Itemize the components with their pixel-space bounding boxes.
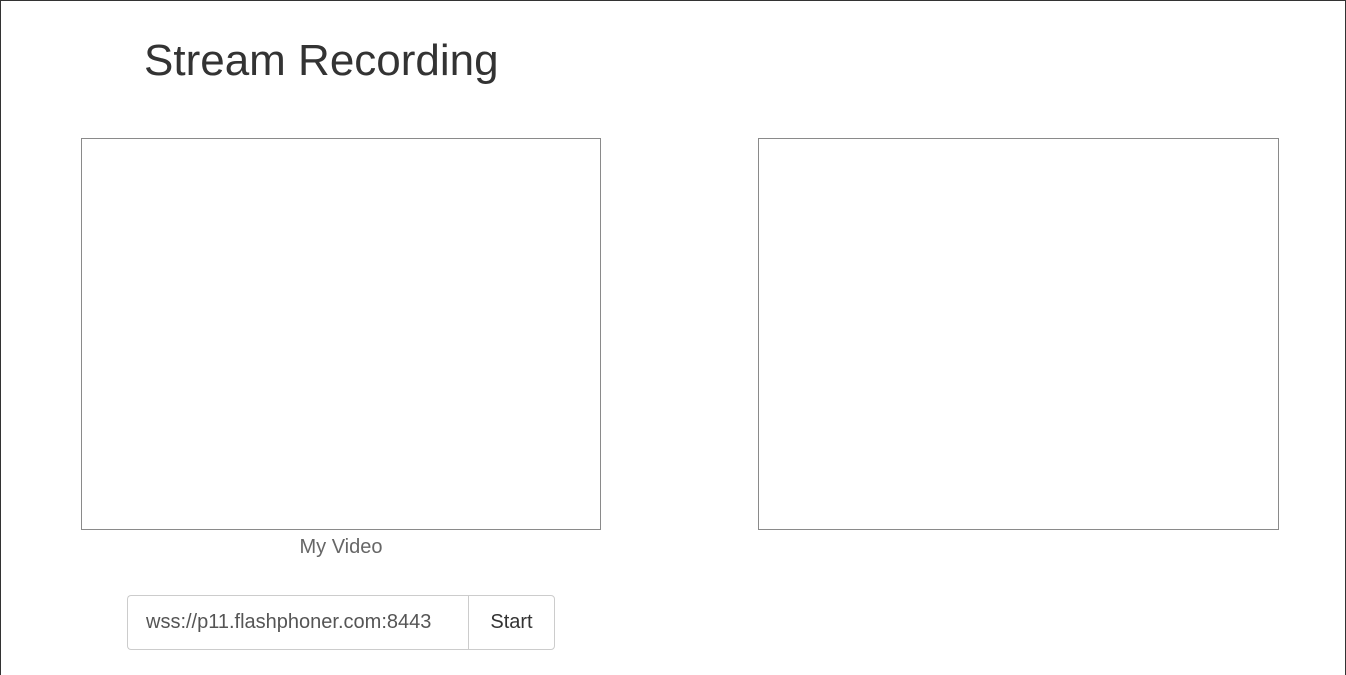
start-button[interactable]: Start [468, 595, 555, 650]
local-video-display [81, 138, 601, 530]
server-url-input[interactable] [127, 595, 468, 650]
page: Stream Recording My Video Start [0, 0, 1346, 675]
page-title: Stream Recording [144, 36, 499, 85]
connection-input-group: Start [127, 595, 555, 650]
local-video-caption: My Video [299, 536, 383, 558]
remote-video-display [758, 138, 1279, 530]
